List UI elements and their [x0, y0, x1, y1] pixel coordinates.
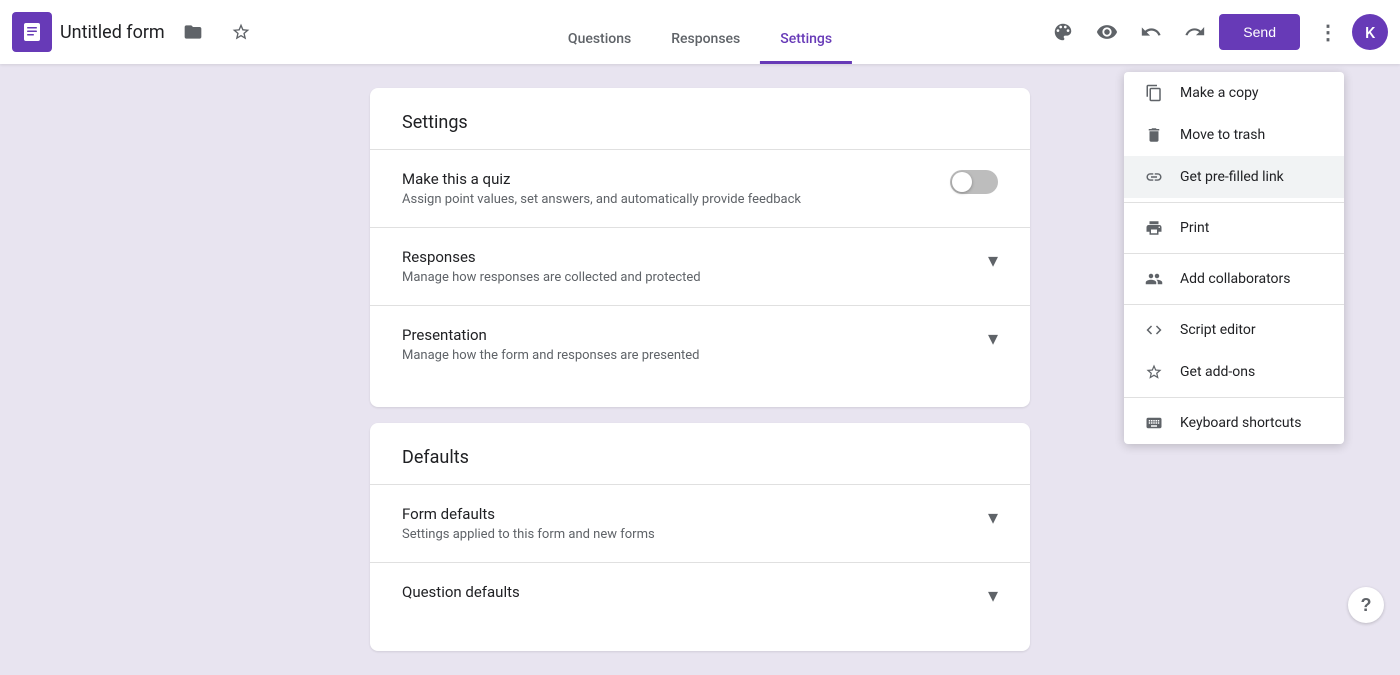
question-defaults-info: Question defaults — [402, 583, 972, 605]
undo-button[interactable] — [1131, 12, 1171, 52]
quiz-toggle-container — [950, 170, 998, 194]
menu-divider-4 — [1124, 397, 1344, 398]
quiz-toggle[interactable] — [950, 170, 998, 194]
question-defaults-chevron-container: ▾ — [988, 583, 998, 607]
responses-label: Responses — [402, 248, 972, 266]
content-area: Settings Make this a quiz Assign point v… — [370, 88, 1030, 651]
presentation-setting-row[interactable]: Presentation Manage how the form and res… — [402, 306, 998, 383]
menu-divider-2 — [1124, 253, 1344, 254]
defaults-card-title: Defaults — [402, 447, 998, 468]
presentation-chevron-container: ▾ — [988, 326, 998, 350]
form-defaults-chevron-icon: ▾ — [988, 505, 998, 529]
folder-button[interactable] — [173, 12, 213, 52]
form-defaults-row[interactable]: Form defaults Settings applied to this f… — [402, 485, 998, 562]
form-defaults-chevron-container: ▾ — [988, 505, 998, 529]
menu-item-collaborators-label: Add collaborators — [1180, 271, 1290, 287]
responses-desc: Manage how responses are collected and p… — [402, 270, 972, 285]
tabs-container: Questions Responses Settings — [548, 15, 852, 64]
quiz-setting-info: Make this a quiz Assign point values, se… — [402, 170, 934, 207]
question-defaults-chevron-icon: ▾ — [988, 583, 998, 607]
responses-chevron-container: ▾ — [988, 248, 998, 272]
quiz-desc: Assign point values, set answers, and au… — [402, 192, 934, 207]
menu-item-copy[interactable]: Make a copy — [1124, 72, 1344, 114]
customize-palette-button[interactable] — [1043, 12, 1083, 52]
menu-item-script-editor[interactable]: Script editor — [1124, 309, 1344, 351]
question-defaults-row[interactable]: Question defaults ▾ — [402, 563, 998, 627]
presentation-setting-info: Presentation Manage how the form and res… — [402, 326, 972, 363]
form-defaults-info: Form defaults Settings applied to this f… — [402, 505, 972, 542]
print-icon — [1144, 219, 1164, 237]
tab-responses[interactable]: Responses — [651, 15, 760, 64]
dropdown-menu: Make a copy Move to trash Get pre-filled… — [1124, 72, 1344, 444]
defaults-card: Defaults Form defaults Settings applied … — [370, 423, 1030, 651]
preview-button[interactable] — [1087, 12, 1127, 52]
avatar[interactable]: K — [1352, 14, 1388, 50]
addons-star-icon — [1144, 363, 1164, 381]
menu-divider-3 — [1124, 304, 1344, 305]
menu-item-trash-label: Move to trash — [1180, 127, 1265, 143]
more-options-button[interactable]: ⋮ — [1308, 12, 1348, 52]
copy-icon — [1144, 84, 1164, 102]
menu-item-copy-label: Make a copy — [1180, 85, 1259, 101]
form-defaults-label: Form defaults — [402, 505, 972, 523]
menu-item-script-label: Script editor — [1180, 322, 1256, 338]
star-button[interactable] — [221, 12, 261, 52]
presentation-label: Presentation — [402, 326, 972, 344]
menu-divider-1 — [1124, 202, 1344, 203]
send-button[interactable]: Send — [1219, 14, 1300, 50]
menu-item-addons[interactable]: Get add-ons — [1124, 351, 1344, 393]
question-defaults-label: Question defaults — [402, 583, 972, 601]
menu-item-collaborators[interactable]: Add collaborators — [1124, 258, 1344, 300]
trash-icon — [1144, 126, 1164, 144]
code-icon — [1144, 321, 1164, 339]
menu-item-print[interactable]: Print — [1124, 207, 1344, 249]
tab-questions[interactable]: Questions — [548, 15, 651, 64]
app-icon[interactable] — [12, 12, 52, 52]
quiz-label: Make this a quiz — [402, 170, 934, 188]
responses-setting-info: Responses Manage how responses are colle… — [402, 248, 972, 285]
main-content: Settings Make this a quiz Assign point v… — [0, 64, 1400, 675]
menu-item-keyboard-shortcuts[interactable]: Keyboard shortcuts — [1124, 402, 1344, 444]
redo-button[interactable] — [1175, 12, 1215, 52]
keyboard-icon — [1144, 414, 1164, 432]
help-button[interactable]: ? — [1348, 587, 1384, 623]
menu-item-prefilled-link[interactable]: Get pre-filled link — [1124, 156, 1344, 198]
menu-item-print-label: Print — [1180, 220, 1209, 236]
presentation-chevron-icon: ▾ — [988, 326, 998, 350]
tab-settings[interactable]: Settings — [760, 15, 852, 64]
form-defaults-desc: Settings applied to this form and new fo… — [402, 527, 972, 542]
responses-chevron-icon: ▾ — [988, 248, 998, 272]
people-icon — [1144, 270, 1164, 288]
settings-card: Settings Make this a quiz Assign point v… — [370, 88, 1030, 407]
header-left: Untitled form — [12, 12, 1043, 52]
link-icon — [1144, 168, 1164, 186]
settings-card-title: Settings — [402, 112, 998, 133]
form-title: Untitled form — [60, 22, 165, 43]
header-right: Send ⋮ K — [1043, 12, 1388, 52]
menu-item-trash[interactable]: Move to trash — [1124, 114, 1344, 156]
responses-setting-row[interactable]: Responses Manage how responses are colle… — [402, 228, 998, 305]
menu-item-addons-label: Get add-ons — [1180, 364, 1255, 380]
menu-item-keyboard-label: Keyboard shortcuts — [1180, 415, 1301, 431]
header: Untitled form Questions Responses Settin… — [0, 0, 1400, 64]
presentation-desc: Manage how the form and responses are pr… — [402, 348, 972, 363]
quiz-setting-row: Make this a quiz Assign point values, se… — [402, 150, 998, 227]
menu-item-prefilled-label: Get pre-filled link — [1180, 169, 1284, 185]
